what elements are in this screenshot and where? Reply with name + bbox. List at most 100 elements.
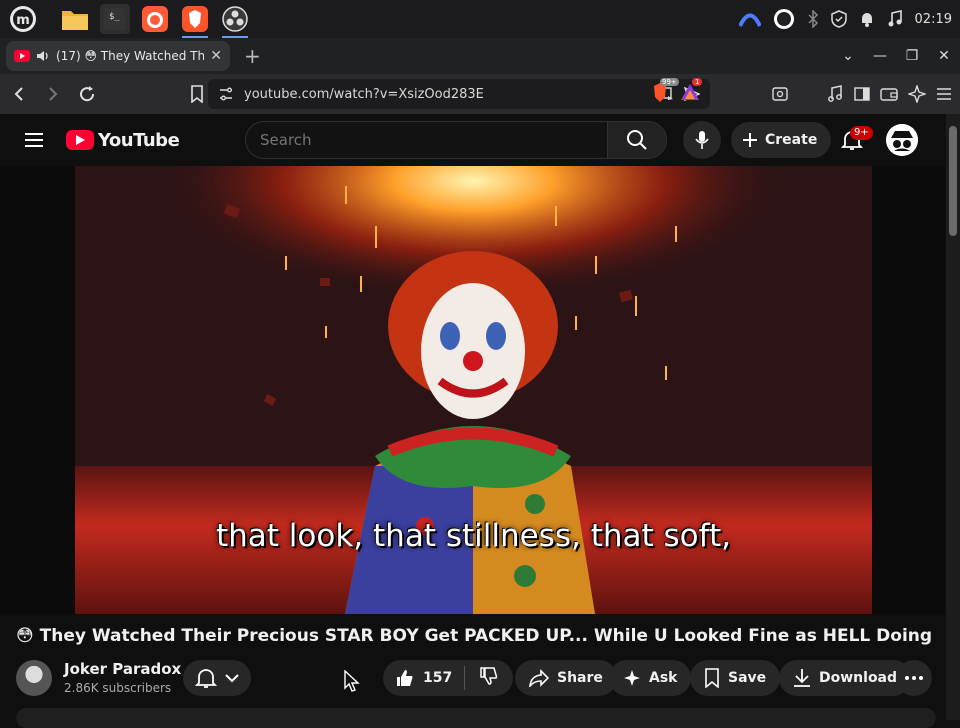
download-button[interactable]: Download [779, 660, 912, 696]
thumbs-up-icon [397, 670, 413, 686]
save-button[interactable]: Save [690, 660, 781, 696]
browser-toolbar: youtube.com/watch?v=XsizOod283E 99+ 1 [0, 74, 960, 114]
obs-tray-icon[interactable] [773, 8, 795, 30]
account-avatar[interactable] [886, 124, 918, 156]
firefox-icon[interactable] [140, 4, 170, 34]
download-icon [794, 669, 810, 687]
window-controls: ⌄ — ❐ ✕ [832, 38, 960, 74]
search-box[interactable] [245, 121, 607, 159]
scrollbar-thumb[interactable] [949, 126, 957, 236]
minimize-icon[interactable]: — [864, 48, 896, 64]
media-icon[interactable] [826, 85, 844, 103]
youtube-play-icon [66, 130, 94, 150]
close-window-icon[interactable]: ✕ [928, 48, 960, 64]
like-count: 157 [423, 670, 453, 686]
notification-bell-icon [195, 669, 217, 688]
search-button[interactable] [607, 121, 667, 159]
video-caption: that look, that stillness, that soft, [216, 518, 731, 554]
notification-badge: 9+ [850, 126, 873, 140]
new-tab-button[interactable]: + [244, 44, 261, 68]
plus-icon [743, 133, 757, 147]
create-label: Create [765, 132, 818, 148]
leo-ai-icon[interactable] [908, 85, 926, 103]
video-player[interactable]: that look, that stillness, that soft, [0, 166, 946, 614]
back-icon[interactable] [4, 79, 34, 109]
description-box[interactable] [16, 708, 936, 728]
tab-close-icon[interactable]: ✕ [210, 48, 222, 64]
vpn-icon[interactable] [738, 11, 761, 27]
video-frame[interactable]: that look, that stillness, that soft, [75, 166, 872, 614]
speaker-icon[interactable] [36, 50, 50, 62]
folder-icon[interactable] [60, 4, 90, 34]
notifications-button[interactable]: 9+ [836, 124, 873, 156]
tab-youtube[interactable]: (17) 😳 They Watched Their ✕ [6, 41, 230, 71]
save-label: Save [728, 670, 767, 686]
site-settings-icon[interactable] [218, 86, 234, 102]
video-actions-row: Joker Paradox 2.86K subscribers 157 Shar… [16, 658, 936, 698]
music-icon[interactable] [887, 10, 903, 28]
url-text[interactable]: youtube.com/watch?v=XsizOod283E [244, 87, 646, 102]
youtube-favicon-icon [14, 50, 30, 62]
tab-title: (17) 😳 They Watched Their [56, 49, 205, 63]
page-scrollbar[interactable] [946, 114, 960, 720]
browser-right-tools [772, 79, 952, 109]
guide-menu-icon[interactable] [24, 132, 44, 148]
chevron-down-icon [225, 674, 239, 683]
reload-icon[interactable] [72, 79, 102, 109]
sparkle-icon [624, 670, 640, 686]
terminal-icon[interactable]: $_ [100, 4, 130, 34]
sidebar-icon[interactable] [854, 86, 870, 102]
tab-strip: (17) 😳 They Watched Their ✕ + ⌄ — ❐ ✕ [0, 38, 960, 74]
more-actions-button[interactable] [896, 660, 932, 696]
more-horizontal-icon [905, 676, 923, 680]
alert-badge: 1 [692, 78, 703, 86]
svg-text:m: m [16, 13, 30, 28]
extension-icons: 99+ 1 [650, 78, 703, 104]
ask-button[interactable]: Ask [609, 660, 692, 696]
svg-text:$_: $_ [109, 12, 120, 22]
maximize-icon[interactable]: ❐ [896, 48, 928, 64]
subscriber-count: 2.86K subscribers [64, 681, 172, 695]
clock[interactable]: 02:19 [915, 12, 952, 27]
create-button[interactable]: Create [731, 122, 832, 158]
download-label: Download [819, 670, 898, 686]
address-bar[interactable]: youtube.com/watch?v=XsizOod283E [208, 79, 710, 109]
rewards-icon[interactable]: 1 [680, 78, 703, 104]
bluetooth-icon[interactable] [807, 10, 819, 28]
os-taskbar: m $_ 02:19 [0, 0, 960, 38]
forward-icon[interactable] [38, 79, 68, 109]
youtube-logo[interactable]: YouTube [66, 129, 180, 151]
like-button[interactable]: 157 [395, 666, 466, 690]
mint-menu-icon[interactable]: m [8, 4, 38, 34]
share-label: Share [557, 670, 603, 686]
brave-shields-icon[interactable]: 99+ [650, 78, 679, 104]
shield-icon[interactable] [830, 10, 847, 28]
brave-icon[interactable] [180, 4, 210, 38]
search-input[interactable] [260, 131, 607, 149]
youtube-logo-text: YouTube [98, 129, 180, 151]
share-icon [529, 669, 549, 687]
tab-search-icon[interactable]: ⌄ [832, 48, 864, 64]
thumbs-down-icon [480, 667, 498, 685]
microphone-icon [695, 131, 709, 149]
share-button[interactable]: Share [515, 660, 617, 696]
save-bookmark-icon [705, 668, 719, 688]
channel-name[interactable]: Joker Paradox [64, 660, 181, 678]
dislike-button[interactable] [465, 666, 513, 690]
channel-avatar[interactable] [16, 660, 52, 696]
subscription-bell-button[interactable] [183, 660, 251, 696]
like-dislike-group: 157 [383, 660, 514, 696]
incognito-icon [886, 124, 918, 156]
menu-icon[interactable] [936, 87, 952, 101]
bell-icon[interactable] [859, 10, 875, 28]
search-icon [627, 130, 647, 150]
video-title: 😳 They Watched Their Precious STAR BOY G… [16, 626, 936, 646]
reader-icon[interactable] [772, 86, 788, 102]
system-tray: 02:19 [738, 0, 952, 38]
brave-badge: 99+ [660, 78, 679, 86]
obs-icon[interactable] [220, 4, 250, 38]
youtube-header: YouTube Create 9+ [0, 114, 946, 166]
voice-search-button[interactable] [683, 121, 721, 159]
wallet-icon[interactable] [880, 86, 898, 102]
ask-label: Ask [649, 670, 678, 686]
